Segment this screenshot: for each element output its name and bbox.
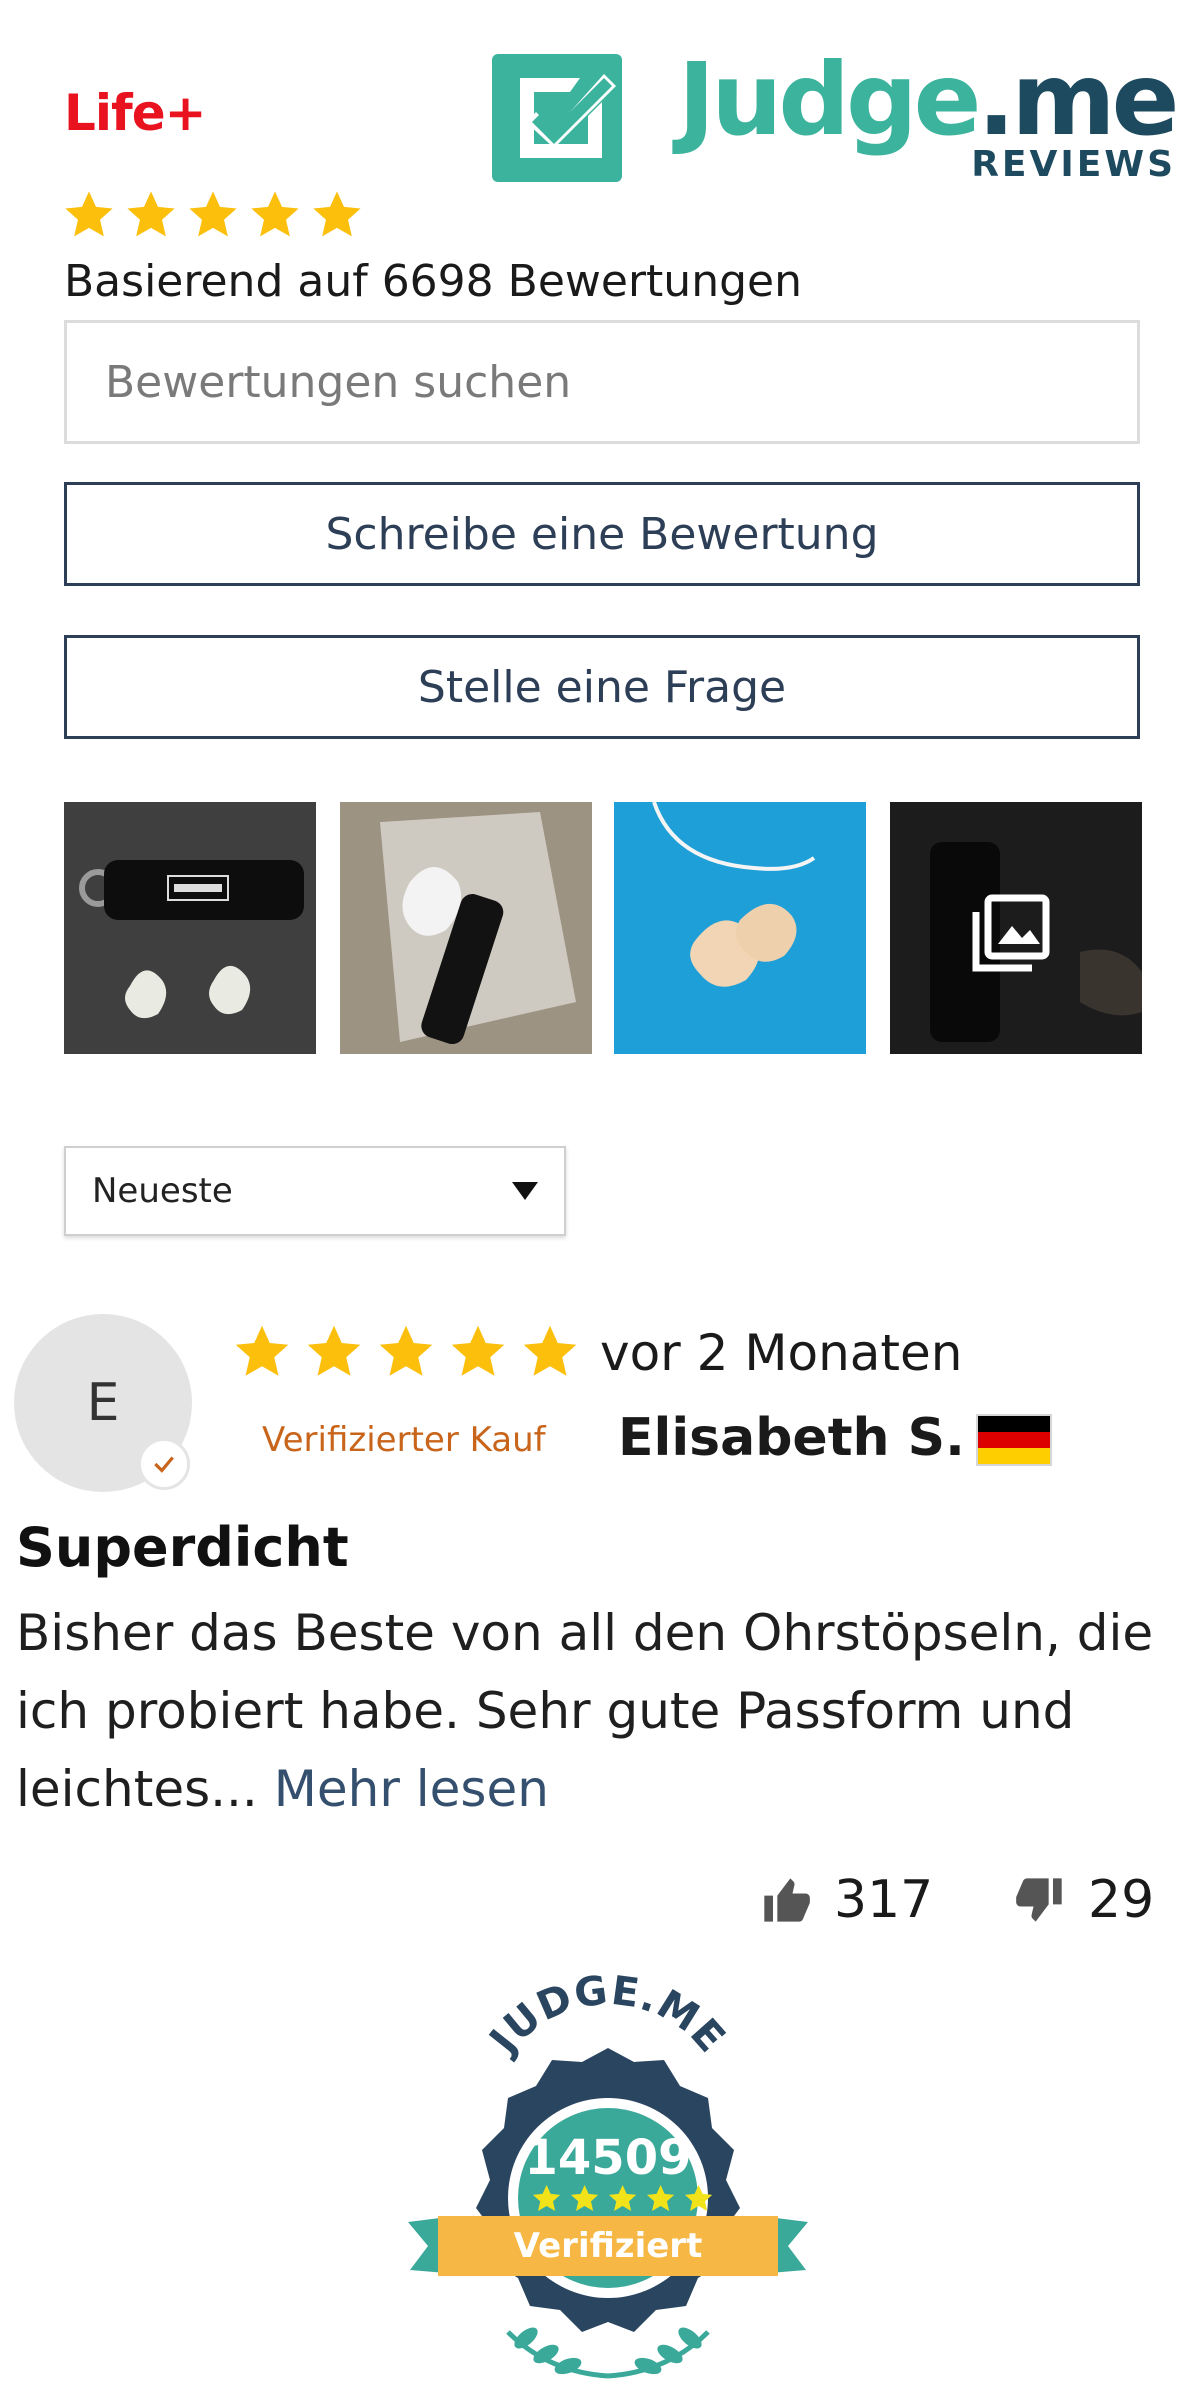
star-icon: [451, 1325, 505, 1376]
judgeme-check-icon: [492, 54, 622, 182]
judgeme-reviews-label: REVIEWS: [971, 144, 1176, 185]
review-photo-thumbnail-more[interactable]: [890, 802, 1142, 1054]
star-icon: [251, 191, 299, 237]
sort-selected-label: Neueste: [92, 1171, 233, 1211]
star-icon: [65, 191, 113, 237]
review-body: Bisher das Beste von all den Ohrstöpseln…: [16, 1594, 1196, 1828]
earplug-blue-background-photo: [614, 802, 866, 1054]
review-photo-thumbnail[interactable]: [340, 802, 592, 1054]
earplug-case-photo: [64, 802, 316, 1054]
store-logo: Life+: [64, 84, 207, 142]
verified-purchase-label: Verifizierter Kauf: [262, 1420, 546, 1460]
badge-ribbon-text: Verifiziert: [514, 2226, 703, 2266]
star-icon: [127, 191, 175, 237]
helpful-vote-button[interactable]: 317: [760, 1870, 933, 1930]
judgeme-logo: Judge.me REVIEWS: [492, 50, 1180, 186]
thumbs-down-icon: [1016, 1878, 1062, 1922]
search-reviews-input[interactable]: [64, 320, 1140, 444]
caret-down-icon: [512, 1182, 538, 1200]
sort-select[interactable]: Neueste: [64, 1146, 566, 1236]
ask-question-button[interactable]: Stelle eine Frage: [64, 635, 1140, 739]
star-icon: [189, 191, 237, 237]
judgeme-wordmark: Judge.me: [678, 41, 1179, 158]
badge-count: 14509: [525, 2130, 692, 2186]
star-icon: [523, 1325, 577, 1376]
verified-check-icon: [138, 1438, 190, 1490]
star-icon: [235, 1325, 289, 1376]
unhelpful-vote-button[interactable]: 29: [1014, 1870, 1154, 1930]
review-count-summary: Basierend auf 6698 Bewertungen: [64, 256, 802, 307]
review-body-text: Bisher das Beste von all den Ohrstöpseln…: [16, 1604, 1154, 1818]
thumbs-up-icon: [764, 1878, 810, 1922]
review-photo-thumbnail[interactable]: [614, 802, 866, 1054]
review-rating-stars: [232, 1322, 580, 1382]
write-review-button[interactable]: Schreibe eine Bewertung: [64, 482, 1140, 586]
unhelpful-count: 29: [1088, 1870, 1155, 1930]
review-timestamp: vor 2 Monaten: [600, 1324, 963, 1382]
summary-rating-stars: [62, 188, 364, 242]
judgeme-verified-badge: JUDGE.ME 14509 Verifiziert: [408, 1967, 808, 2379]
gallery-more-icon: [890, 802, 1142, 1054]
star-icon: [313, 191, 361, 237]
read-more-link[interactable]: Mehr lesen: [274, 1760, 549, 1818]
review-author: Elisabeth S.: [618, 1408, 965, 1468]
star-icon: [307, 1325, 361, 1376]
germany-flag-icon: [976, 1414, 1052, 1466]
earplug-package-photo: [340, 802, 592, 1054]
star-icon: [379, 1325, 433, 1376]
review-title: Superdicht: [16, 1516, 349, 1579]
review-photo-thumbnail[interactable]: [64, 802, 316, 1054]
helpful-count: 317: [834, 1870, 934, 1930]
